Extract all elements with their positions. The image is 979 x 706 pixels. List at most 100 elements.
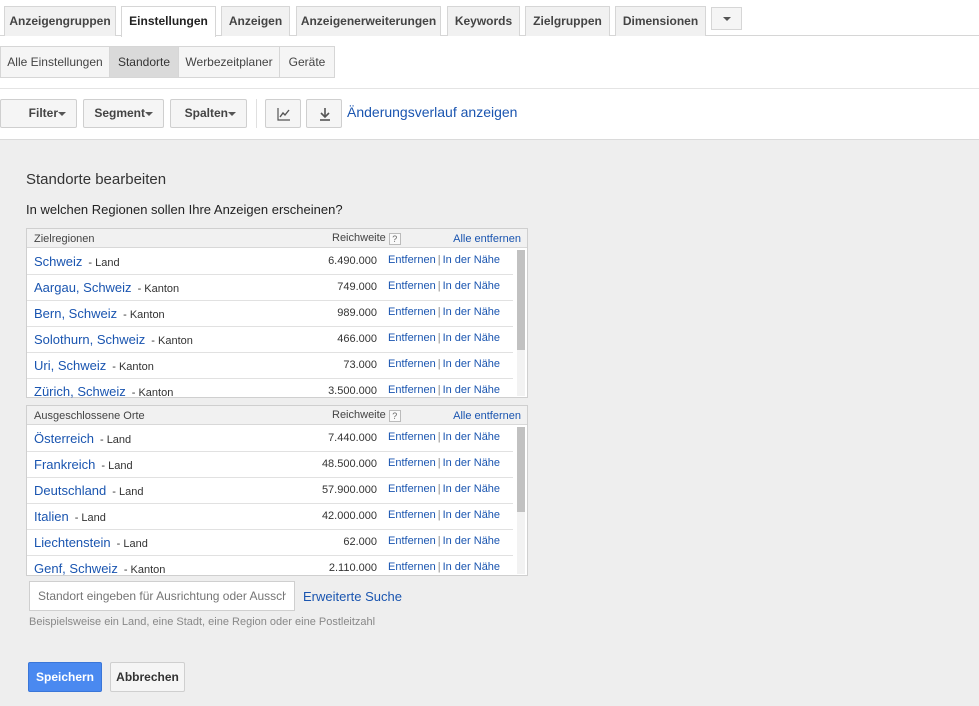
location-name[interactable]: Italien [34,509,69,524]
more-tabs-button[interactable] [711,7,742,30]
location-name-link[interactable]: Bern, Schweiz - Kanton [34,306,165,321]
nearby-link[interactable]: In der Nähe [443,280,500,292]
separator: | [437,280,441,292]
subtab-alle-einstellungen[interactable]: Alle Einstellungen [0,46,110,78]
scrollbar-thumb[interactable] [517,427,525,512]
segment-label: Segment [94,106,145,120]
location-name[interactable]: Bern, Schweiz [34,306,117,321]
remove-link[interactable]: Entfernen [388,431,436,443]
cancel-button[interactable]: Abbrechen [110,662,185,692]
row-actions: Entfernen | In der Nähe [388,431,500,443]
remove-link[interactable]: Entfernen [388,306,436,318]
table-row: Liechtenstein - Land 62.000 Entfernen | In … [27,530,513,556]
tab-anzeigenerweiterungen[interactable]: Anzeigenerweiterungen [296,6,441,36]
tab-anzeigengruppen[interactable]: Anzeigengruppen [4,6,116,36]
row-actions: Entfernen | In der Nähe [388,483,500,495]
subtab-standorte[interactable]: Standorte [109,46,179,78]
remove-link[interactable]: Entfernen [388,358,436,370]
remove-link[interactable]: Entfernen [388,254,436,266]
location-name-link[interactable]: Deutschland - Land [34,483,143,498]
location-type: - Land [116,538,148,550]
filter-button[interactable]: Filter [0,99,77,128]
subtab-werbezeitplaner[interactable]: Werbezeitplaner [178,46,280,78]
row-actions: Entfernen | In der Nähe [388,535,500,547]
scrollbar-thumb[interactable] [517,250,525,350]
location-name-link[interactable]: Genf, Schweiz - Kanton [34,561,165,576]
excluded-locations-table: Ausgeschlossene Orte Reichweite? Alle en… [26,405,528,576]
location-name-link[interactable]: Uri, Schweiz - Kanton [34,358,154,373]
location-name-link[interactable]: Zürich, Schweiz - Kanton [34,384,173,398]
divider [0,88,979,89]
change-history-link[interactable]: Änderungsverlauf anzeigen [347,104,517,120]
segment-button[interactable]: Segment [83,99,164,128]
download-button[interactable] [306,99,342,128]
remove-link[interactable]: Entfernen [388,535,436,547]
help-icon[interactable]: ? [388,233,401,245]
location-name[interactable]: Solothurn, Schweiz [34,332,145,347]
columns-button[interactable]: Spalten [170,99,247,128]
tab-anzeigen[interactable]: Anzeigen [221,6,290,36]
advanced-search-link[interactable]: Erweiterte Suche [303,589,402,604]
location-name[interactable]: Deutschland [34,483,106,498]
location-name-link[interactable]: Liechtenstein - Land [34,535,148,550]
location-search-input[interactable] [29,581,295,611]
tab-zielgruppen[interactable]: Zielgruppen [525,6,610,36]
remove-link[interactable]: Entfernen [388,561,436,573]
table-header: Zielregionen Reichweite? Alle entfernen [27,229,527,248]
nearby-link[interactable]: In der Nähe [443,358,500,370]
nearby-link[interactable]: In der Nähe [443,254,500,266]
save-button[interactable]: Speichern [28,662,102,692]
nearby-link[interactable]: In der Nähe [443,306,500,318]
tab-dimensionen[interactable]: Dimensionen [615,6,706,36]
header-reach: Reichweite? [332,409,401,422]
row-actions: Entfernen | In der Nähe [388,332,500,344]
remove-link[interactable]: Entfernen [388,280,436,292]
location-name[interactable]: Genf, Schweiz [34,561,118,576]
row-actions: Entfernen | In der Nähe [388,280,500,292]
scrollbar[interactable] [517,250,525,396]
separator: | [437,535,441,547]
location-name-link[interactable]: Schweiz - Land [34,254,120,269]
nearby-link[interactable]: In der Nähe [443,483,500,495]
location-name[interactable]: Aargau, Schweiz [34,280,132,295]
location-name[interactable]: Frankreich [34,457,95,472]
nearby-link[interactable]: In der Nähe [443,561,500,573]
location-name-link[interactable]: Solothurn, Schweiz - Kanton [34,332,193,347]
reach-value: 73.000 [343,359,377,371]
tab-einstellungen[interactable]: Einstellungen [121,6,216,37]
row-actions: Entfernen | In der Nähe [388,254,500,266]
remove-link[interactable]: Entfernen [388,483,436,495]
nearby-link[interactable]: In der Nähe [443,431,500,443]
remove-link[interactable]: Entfernen [388,509,436,521]
subtab-geraete[interactable]: Geräte [279,46,335,78]
remove-link[interactable]: Entfernen [388,384,436,396]
chart-button[interactable] [265,99,301,128]
separator: | [437,457,441,469]
location-name[interactable]: Zürich, Schweiz [34,384,126,398]
scrollbar[interactable] [517,427,525,574]
remove-link[interactable]: Entfernen [388,332,436,344]
nearby-link[interactable]: In der Nähe [443,509,500,521]
nearby-link[interactable]: In der Nähe [443,384,500,396]
location-type: - Kanton [151,335,193,347]
location-name-link[interactable]: Österreich - Land [34,431,131,446]
remove-all-link[interactable]: Alle entfernen [453,410,521,422]
help-icon[interactable]: ? [388,410,401,422]
panel-question: In welchen Regionen sollen Ihre Anzeigen… [26,202,343,217]
location-name[interactable]: Uri, Schweiz [34,358,106,373]
nearby-link[interactable]: In der Nähe [443,332,500,344]
location-name-link[interactable]: Italien - Land [34,509,106,524]
remove-all-link[interactable]: Alle entfernen [453,233,521,245]
reach-value: 57.900.000 [321,484,377,496]
tab-keywords[interactable]: Keywords [447,6,520,36]
nearby-link[interactable]: In der Nähe [443,535,500,547]
location-name-link[interactable]: Aargau, Schweiz - Kanton [34,280,179,295]
remove-link[interactable]: Entfernen [388,457,436,469]
location-name[interactable]: Österreich [34,431,94,446]
nearby-link[interactable]: In der Nähe [443,457,500,469]
location-name[interactable]: Liechtenstein [34,535,111,550]
location-name-link[interactable]: Frankreich - Land [34,457,133,472]
location-type: - Land [88,257,120,269]
location-name[interactable]: Schweiz [34,254,82,269]
reach-value: 466.000 [337,333,377,345]
